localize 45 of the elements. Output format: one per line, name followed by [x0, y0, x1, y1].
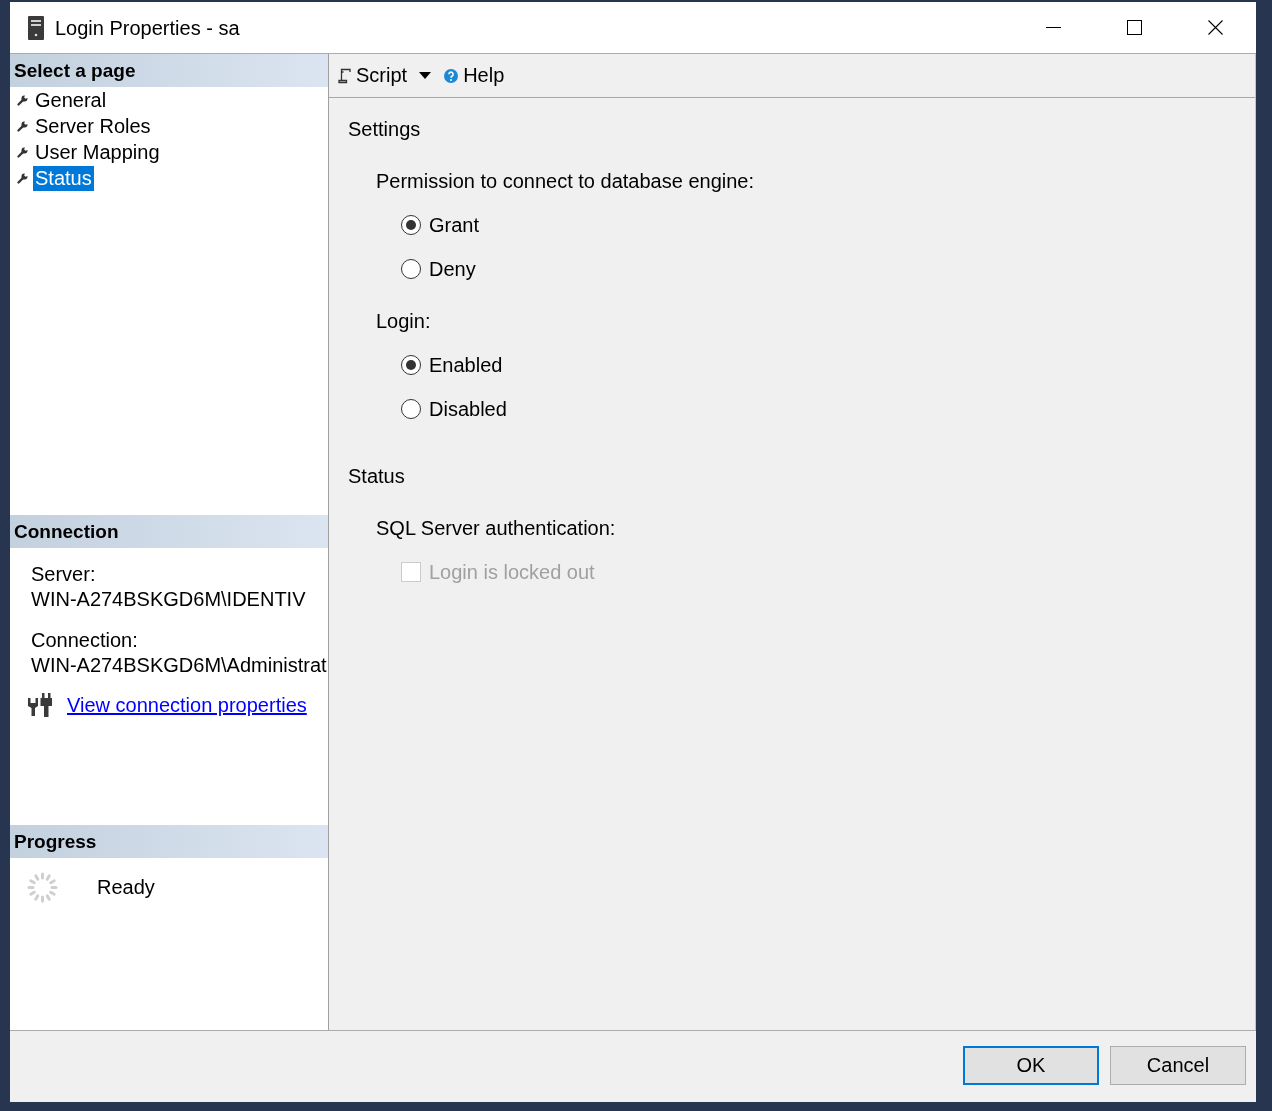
close-icon — [1208, 20, 1223, 35]
option-label: Login is locked out — [429, 560, 595, 584]
group-label: SQL Server authentication: — [376, 516, 616, 540]
field-label: Connection: — [31, 628, 138, 653]
radio-button[interactable] — [401, 399, 421, 419]
group-label: Login: — [376, 309, 431, 333]
field-label: Server: — [31, 562, 96, 587]
dialog-button[interactable]: OK — [963, 1046, 1099, 1085]
option-label: Deny — [429, 257, 476, 281]
help-icon — [444, 68, 459, 83]
window-title: Login Properties - sa — [55, 15, 240, 41]
script-dropdown-button[interactable] — [419, 72, 432, 79]
connection-properties-link[interactable]: View connection properties — [67, 692, 307, 718]
group-label: Permission to connect to database engine: — [376, 169, 755, 193]
scroll-icon — [338, 67, 351, 84]
radio-button[interactable] — [401, 259, 421, 279]
caret-icon — [419, 72, 432, 79]
dialog-button[interactable]: Cancel — [1110, 1046, 1246, 1085]
option-label: Enabled — [429, 353, 503, 377]
page-item[interactable]: User Mapping — [17, 139, 162, 165]
field-value: WIN-A274BSKGD6M\Administrat — [31, 653, 327, 678]
minimize-icon — [1046, 27, 1061, 28]
server-icon — [28, 15, 44, 40]
section-header: Progress — [10, 825, 328, 858]
section-title: Settings — [348, 117, 421, 141]
section-header: Select a page — [10, 54, 328, 87]
radio-button[interactable] — [401, 215, 421, 235]
progress-status: Ready — [97, 875, 155, 900]
maximize-icon — [1127, 20, 1142, 35]
plug-icon — [27, 692, 53, 718]
loading-ring-icon — [27, 872, 58, 903]
section-header: Connection — [10, 515, 328, 548]
wrench-icon — [17, 146, 28, 158]
field-value: WIN-A274BSKGD6M\IDENTIV — [31, 587, 306, 612]
script-button[interactable]: Script — [338, 63, 408, 88]
page-item[interactable]: Server Roles — [17, 113, 153, 139]
option-label: Grant — [429, 213, 480, 237]
help-button[interactable]: Help — [444, 63, 505, 88]
section-title: Status — [348, 464, 405, 488]
wrench-icon — [17, 94, 28, 106]
wrench-icon — [17, 120, 28, 132]
page-item[interactable]: General — [17, 87, 109, 113]
radio-button[interactable] — [401, 355, 421, 375]
option-label: Disabled — [429, 397, 507, 421]
wrench-icon — [17, 172, 28, 184]
